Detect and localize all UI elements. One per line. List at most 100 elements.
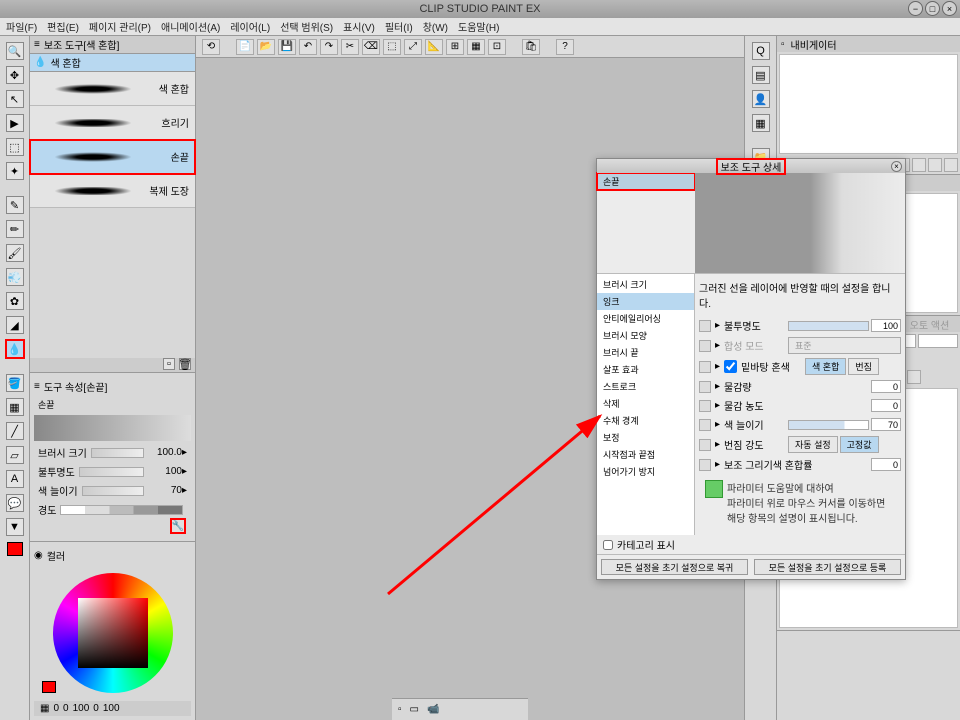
pin-icon[interactable]: ▸ <box>715 361 720 372</box>
maximize-button[interactable]: □ <box>925 1 940 16</box>
value-input[interactable] <box>871 418 901 431</box>
brush-tool[interactable]: 🖌 <box>6 244 24 262</box>
slider[interactable] <box>788 420 869 430</box>
grid-icon[interactable]: ▦ <box>467 39 485 55</box>
cat-item[interactable]: 넘어가기 방지 <box>597 463 694 480</box>
menu-view[interactable]: 표시(V) <box>343 19 375 34</box>
cat-item-selected[interactable]: 잉크 <box>597 293 694 310</box>
menu-layer[interactable]: 레이어(L) <box>230 19 270 34</box>
eye-icon[interactable] <box>699 459 711 471</box>
option[interactable]: 자동 설정 <box>788 436 838 453</box>
brush-row[interactable]: 색 혼합 <box>30 72 195 106</box>
cat-item[interactable]: 살포 효과 <box>597 361 694 378</box>
delete-icon[interactable]: 🗑 <box>179 358 191 370</box>
checkbox[interactable] <box>724 360 737 373</box>
eraser-tool[interactable]: ◢ <box>6 316 24 334</box>
eye-icon[interactable] <box>699 381 711 393</box>
dialog-tab[interactable]: 손끝 <box>597 173 695 190</box>
minimize-button[interactable]: − <box>908 1 923 16</box>
marquee-tool[interactable]: ⬚ <box>6 138 24 156</box>
cat-item[interactable]: 브러시 끝 <box>597 344 694 361</box>
menu-edit[interactable]: 편집(E) <box>47 19 79 34</box>
refresh-icon[interactable]: ⟲ <box>202 39 220 55</box>
cat-item[interactable]: 삭제 <box>597 395 694 412</box>
camera-icon[interactable]: 📹 <box>427 704 439 715</box>
close-button[interactable]: × <box>942 1 957 16</box>
opacity-input[interactable] <box>918 334 958 348</box>
cat-item[interactable]: 수채 경계 <box>597 412 694 429</box>
dialog-close[interactable]: × <box>891 161 902 172</box>
pin-icon[interactable]: ▸ <box>715 340 720 351</box>
wrench-button[interactable]: 🔧 <box>171 519 185 533</box>
ruler-icon[interactable]: 📐 <box>425 39 443 55</box>
material2-icon[interactable]: 👤 <box>752 90 770 108</box>
subtool-group[interactable]: 💧 색 혼합 <box>30 54 195 72</box>
menu-anim[interactable]: 애니메이션(A) <box>161 19 220 34</box>
caret-icon[interactable]: ▸ <box>182 466 187 477</box>
menu-filter[interactable]: 필터(I) <box>385 19 413 34</box>
pin-icon[interactable]: ▸ <box>715 439 720 450</box>
navigator-body[interactable] <box>779 54 958 154</box>
blend-tool[interactable]: 💧 <box>6 340 24 358</box>
menu-window[interactable]: 창(W) <box>423 19 448 34</box>
value-input[interactable] <box>871 399 901 412</box>
material1-icon[interactable]: ▤ <box>752 66 770 84</box>
airbrush-tool[interactable]: 💨 <box>6 268 24 286</box>
cut-icon[interactable]: ✂ <box>341 39 359 55</box>
value-input[interactable] <box>871 458 901 471</box>
brush-row[interactable]: 복제 도장 <box>30 174 195 208</box>
help-icon[interactable]: ? <box>556 39 574 55</box>
cat-item[interactable]: 시작점과 끝점 <box>597 446 694 463</box>
open-icon[interactable]: 📂 <box>257 39 275 55</box>
page-icon[interactable]: ▫ <box>398 704 402 715</box>
text-tool[interactable]: A <box>6 470 24 488</box>
option[interactable]: 번짐 <box>848 358 879 375</box>
slider-hardness[interactable]: 경도 <box>34 500 191 519</box>
value-input[interactable] <box>871 380 901 393</box>
wand-tool[interactable]: ✦ <box>6 162 24 180</box>
add-icon[interactable]: ▫ <box>163 358 175 370</box>
pin-icon[interactable]: ▸ <box>715 381 720 392</box>
redo-icon[interactable]: ↷ <box>320 39 338 55</box>
caret-icon[interactable]: ▸ <box>182 485 187 496</box>
fill-tool[interactable]: 🪣 <box>6 374 24 392</box>
save-icon[interactable]: 💾 <box>278 39 296 55</box>
color-wheel[interactable] <box>34 565 191 701</box>
pencil-tool[interactable]: ✏ <box>6 220 24 238</box>
pin-icon[interactable]: ▸ <box>715 400 720 411</box>
snap2-icon[interactable]: ⊡ <box>488 39 506 55</box>
checkbox[interactable] <box>603 540 613 550</box>
menu-page[interactable]: 페이지 관리(P) <box>89 19 151 34</box>
menu-select[interactable]: 선택 범위(S) <box>280 19 333 34</box>
material3-icon[interactable]: ▦ <box>752 114 770 132</box>
snap-icon[interactable]: ⊞ <box>446 39 464 55</box>
deco-tool[interactable]: ✿ <box>6 292 24 310</box>
canvas[interactable]: 보조 도구 상세 × 손끝 브러시 크기 잉크 안티에일리어싱 <box>196 58 744 720</box>
eye-icon[interactable] <box>699 419 711 431</box>
eye-icon[interactable] <box>699 439 711 451</box>
lt[interactable] <box>907 370 921 384</box>
dialog-header[interactable]: 보조 도구 상세 × <box>597 159 905 173</box>
reset-button[interactable]: 모든 설정을 초기 설정으로 복귀 <box>601 559 748 575</box>
slider-opacity[interactable]: 불투명도100▸ <box>34 462 191 481</box>
cat-item[interactable]: 안티에일리어싱 <box>597 310 694 327</box>
move-tool[interactable]: ✥ <box>6 66 24 84</box>
zoom-in-icon[interactable] <box>912 158 926 172</box>
pin-icon[interactable]: ▸ <box>715 419 720 430</box>
shape-tool[interactable]: ▱ <box>6 446 24 464</box>
pick-tool[interactable]: ▶ <box>6 114 24 132</box>
eye-icon[interactable] <box>699 400 711 412</box>
store-icon[interactable]: 🛍 <box>522 39 540 55</box>
value-input[interactable] <box>871 319 901 332</box>
undo-icon[interactable]: ↶ <box>299 39 317 55</box>
menu-help[interactable]: 도움말(H) <box>458 19 499 34</box>
clear-icon[interactable]: ⌫ <box>362 39 380 55</box>
ruler-tool[interactable]: ▼ <box>6 518 24 536</box>
rotate-icon[interactable] <box>944 158 958 172</box>
eye-icon[interactable] <box>699 361 711 373</box>
object-tool[interactable]: ↖ <box>6 90 24 108</box>
zoom-tool[interactable]: 🔍 <box>6 42 24 60</box>
cat-item[interactable]: 브러시 크기 <box>597 276 694 293</box>
select-icon[interactable]: ⬚ <box>383 39 401 55</box>
eye-icon[interactable] <box>699 320 711 332</box>
